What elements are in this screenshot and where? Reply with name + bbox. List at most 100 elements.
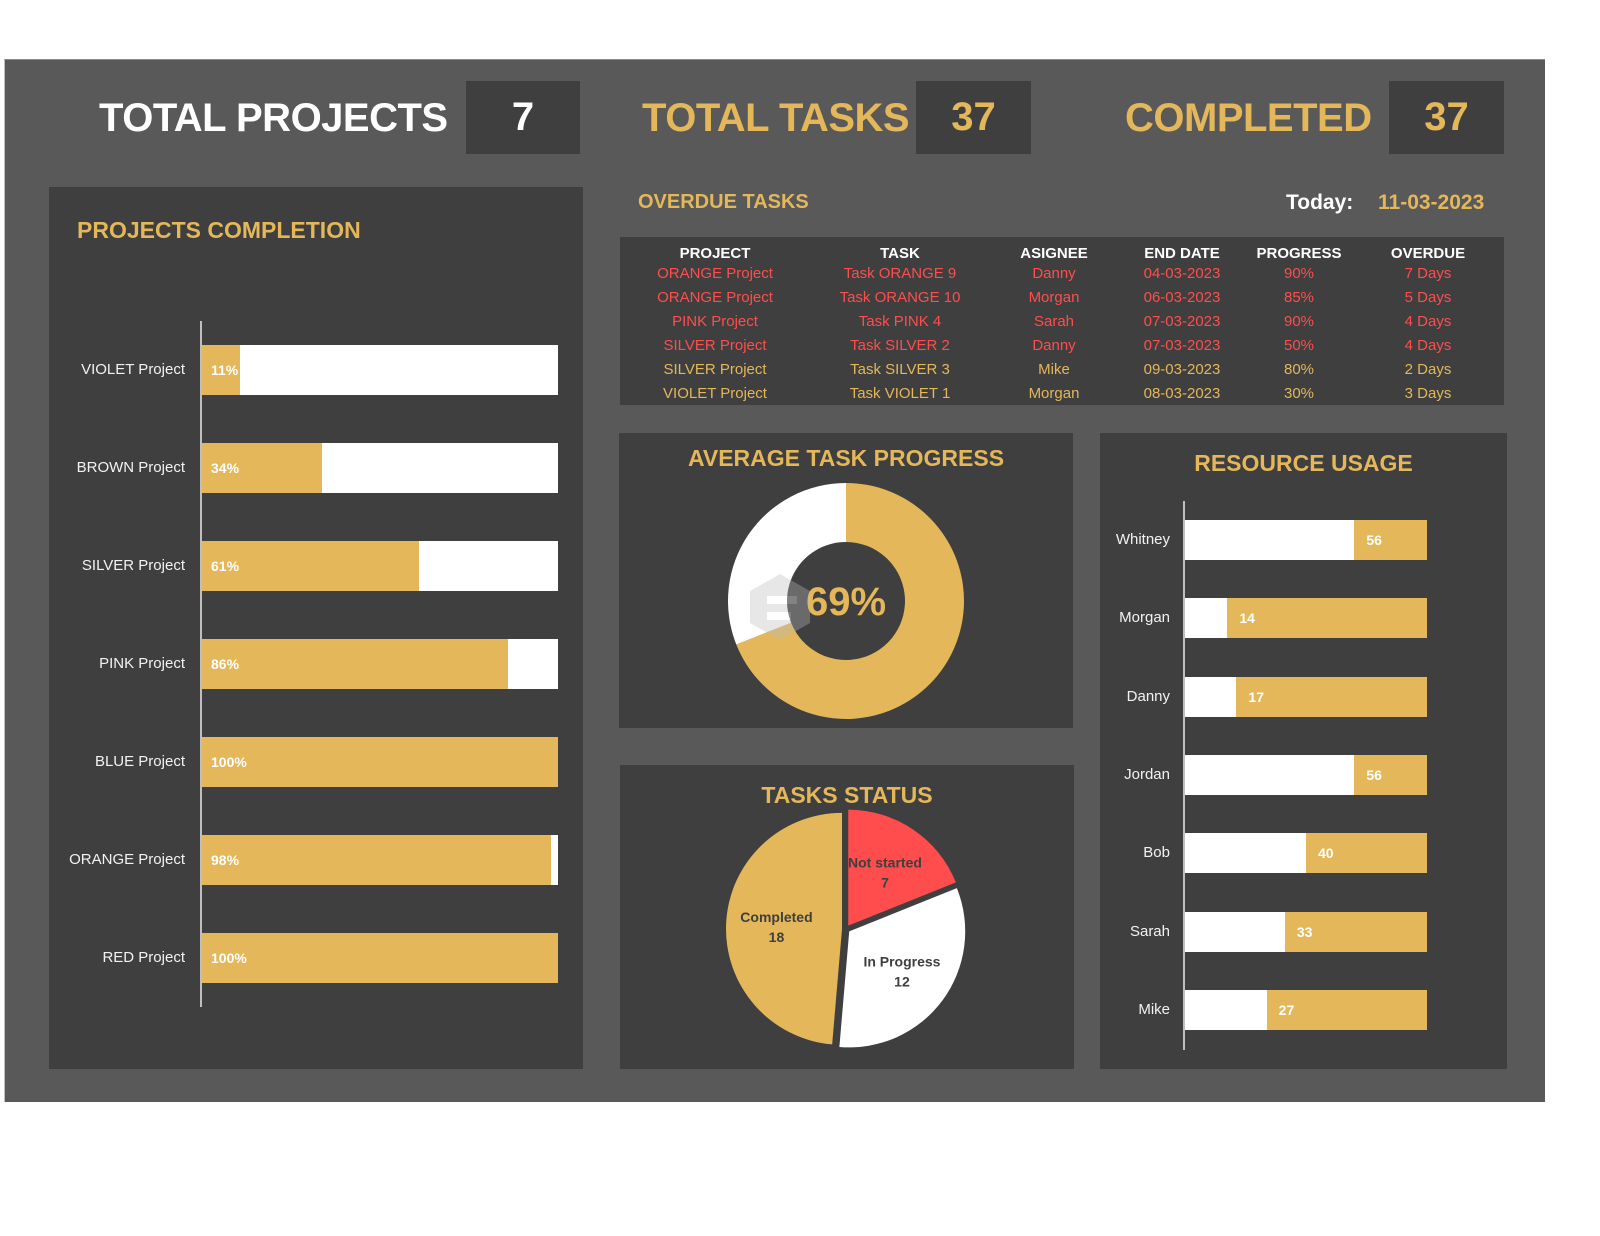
data-label: 17 [1248, 689, 1264, 705]
resource-bar: 27 [1185, 990, 1427, 1030]
cell-project: ORANGE Project [657, 289, 773, 307]
cell-progress: 90% [1283, 265, 1315, 283]
table-row: SILVER Project Task SILVER 3 Mike 09-03-202… [620, 357, 1504, 381]
data-label: 86% [211, 656, 240, 672]
category-label: Sarah [1129, 923, 1170, 940]
total-projects-value: 7 [466, 81, 580, 154]
usage-bar [1185, 755, 1355, 795]
tasks-status-title: TASKS STATUS [761, 782, 933, 808]
cell-task: Task SILVER 2 [850, 336, 950, 354]
pie-slice-value: 7 [881, 874, 889, 890]
remaining-bar: 17 [1236, 677, 1427, 717]
category-label: ORANGE Project [69, 851, 185, 868]
cell-progress: 90% [1283, 313, 1315, 331]
cell-progress: 80% [1283, 360, 1315, 378]
cell-assignee: Morgan [1028, 384, 1080, 402]
data-label: 33 [1296, 924, 1313, 940]
usage-bar [1185, 520, 1355, 560]
tasks-status-pie: Not started 7 In Progress 12 Completed 18 [726, 809, 966, 1048]
cell-end-date: 09-03-2023 [1143, 360, 1221, 378]
category-label: Bob [1143, 844, 1170, 861]
pie-slice-label: In Progress [863, 953, 940, 969]
data-label: 56 [1366, 767, 1382, 783]
pie-slice-label: Not started [848, 854, 922, 870]
usage-bar [1185, 677, 1237, 717]
cell-end-date: 06-03-2023 [1143, 289, 1221, 307]
data-label: 11% [211, 362, 239, 378]
usage-bar [1185, 912, 1285, 952]
resource-bar: 56 [1185, 520, 1427, 560]
cell-overdue: 4 Days [1404, 313, 1452, 331]
cell-task: Task PINK 4 [858, 313, 942, 331]
column-header-assignee: ASIGNEE [1020, 245, 1088, 262]
cell-end-date: 04-03-2023 [1143, 265, 1221, 283]
completion-bar [201, 639, 509, 689]
data-label: 100% [211, 754, 247, 770]
cell-overdue: 7 Days [1404, 265, 1452, 283]
remaining-bar: 61% [201, 541, 558, 591]
column-header-end-date: END DATE [1144, 245, 1220, 262]
cell-assignee: Sarah [1033, 313, 1075, 331]
cell-progress: 30% [1283, 384, 1315, 402]
resource-bar: 14 [1185, 598, 1427, 638]
pie-slice-value: 18 [769, 929, 785, 945]
cell-assignee: Danny [1032, 265, 1076, 283]
completed-label: COMPLETED [1125, 96, 1372, 140]
remaining-bar: 14 [1227, 598, 1427, 638]
cell-overdue: 3 Days [1404, 384, 1452, 402]
today-label: Today: [1286, 191, 1354, 214]
category-label: VIOLET Project [81, 361, 185, 378]
overdue-tasks-title: OVERDUE TASKS [638, 191, 809, 213]
cell-project: SILVER Project [663, 336, 767, 354]
completion-bar [201, 835, 551, 885]
table-row: ORANGE Project Task ORANGE 9 Danny 04-03-20… [620, 262, 1504, 286]
cell-end-date: 08-03-2023 [1143, 384, 1221, 402]
cell-project: VIOLET Project [663, 384, 767, 402]
total-tasks-value: 37 [916, 81, 1031, 154]
category-label: PINK Project [99, 655, 185, 672]
usage-bar [1185, 833, 1306, 873]
resource-bar: 40 [1185, 833, 1427, 873]
category-label: BLUE Project [94, 753, 185, 770]
average-task-progress-title: AVERAGE TASK PROGRESS [687, 445, 1005, 471]
cell-task: Task ORANGE 10 [839, 289, 961, 307]
resource-bar: 33 [1185, 912, 1427, 952]
cell-task: Task VIOLET 1 [849, 384, 951, 402]
remaining-bar: 98% [201, 835, 558, 885]
completion-bar [201, 737, 558, 787]
cell-progress: 50% [1283, 336, 1315, 354]
data-label: 34% [211, 460, 240, 476]
column-header-progress: PROGRESS [1256, 245, 1342, 262]
cell-overdue: 2 Days [1404, 360, 1452, 378]
cell-progress: 85% [1283, 289, 1315, 307]
table-row: ORANGE Project Task ORANGE 10 Morgan 06-03-… [620, 286, 1504, 310]
projects-completion-title: PROJECTS COMPLETION [77, 217, 361, 243]
cell-end-date: 07-03-2023 [1143, 336, 1221, 354]
total-tasks-label: TOTAL TASKS [642, 96, 910, 140]
watermark-logo-icon [750, 574, 810, 640]
remaining-bar: 86% [201, 639, 558, 689]
cell-assignee: Danny [1032, 336, 1076, 354]
completed-value: 37 [1389, 81, 1504, 154]
remaining-bar: 11% [201, 345, 558, 395]
cell-assignee: Morgan [1028, 289, 1080, 307]
total-projects-label: TOTAL PROJECTS [99, 96, 448, 140]
usage-bar [1185, 598, 1228, 638]
column-header-project: PROJECT [679, 245, 751, 262]
table-row: VIOLET Project Task VIOLET 1 Morgan 08-03-2… [620, 381, 1504, 405]
table-header-row: PROJECT TASK ASIGNEE END DATE PROGRESS O… [620, 237, 1504, 262]
resource-bar: 17 [1185, 677, 1427, 717]
data-label: 40 [1318, 845, 1334, 861]
cell-assignee: Mike [1038, 360, 1070, 378]
column-header-overdue: OVERDUE [1390, 245, 1466, 262]
data-label: 61% [211, 558, 240, 574]
remaining-bar: 56 [1354, 520, 1427, 560]
category-label: RED Project [102, 949, 185, 966]
cell-task: Task ORANGE 9 [843, 265, 957, 283]
remaining-bar: 33 [1284, 912, 1427, 952]
table-row: SILVER Project Task SILVER 2 Danny 07-03-20… [620, 333, 1504, 357]
cell-project: PINK Project [672, 313, 758, 331]
remaining-bar: 27 [1266, 990, 1427, 1030]
remaining-bar: 34% [201, 443, 558, 493]
data-label: 14 [1239, 610, 1255, 626]
